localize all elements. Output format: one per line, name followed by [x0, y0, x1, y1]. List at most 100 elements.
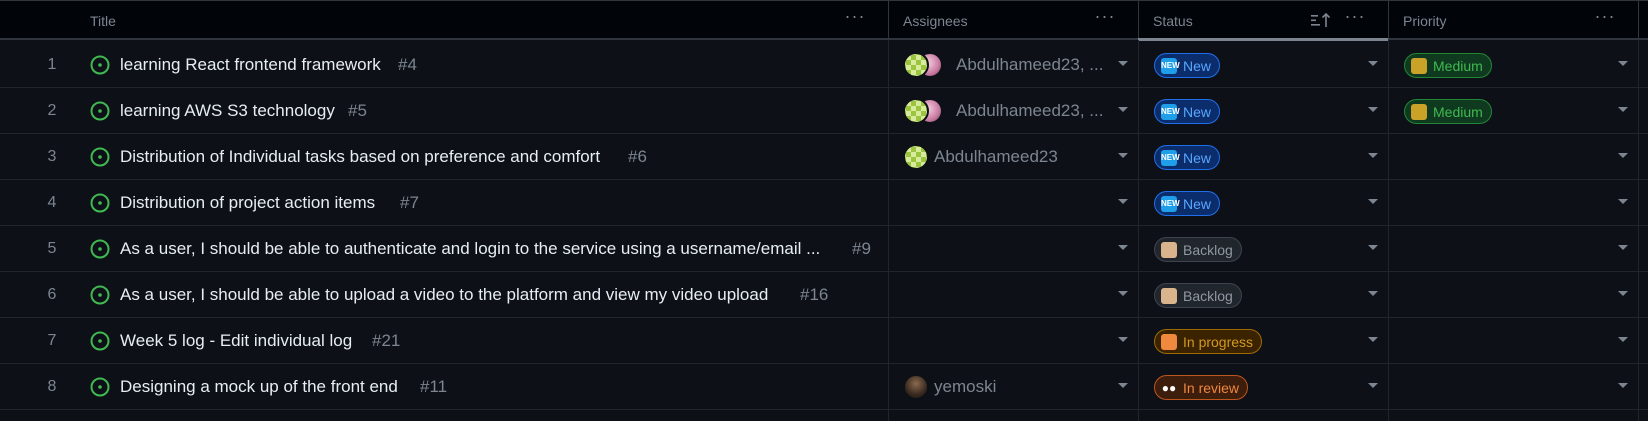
avatar [903, 52, 929, 78]
triangle-down-icon[interactable] [1118, 153, 1128, 158]
column-assignees-label: Assignees [903, 13, 968, 29]
eyes-icon: ●● [1161, 380, 1177, 395]
column-divider[interactable] [1638, 1, 1639, 41]
triangle-down-icon[interactable] [1118, 61, 1128, 66]
triangle-down-icon[interactable] [1368, 61, 1378, 66]
table-row[interactable]: 1 learning React frontend framework #4 A… [0, 42, 1648, 88]
triangle-down-icon[interactable] [1118, 245, 1128, 250]
triangle-down-icon[interactable] [1618, 291, 1628, 296]
table-row[interactable]: 3 Distribution of Individual tasks based… [0, 134, 1648, 180]
issue-opened-icon [90, 377, 110, 397]
triangle-down-icon[interactable] [1118, 291, 1128, 296]
clipboard-icon [1161, 287, 1177, 304]
priority-pill[interactable]: Medium [1404, 53, 1492, 78]
row-number: 3 [47, 148, 57, 165]
status-label: Backlog [1183, 287, 1233, 304]
issue-opened-icon [90, 285, 110, 305]
assignees-column-menu-icon[interactable]: ··· [1093, 7, 1117, 31]
assignees-text: Abdulhameed23 [934, 147, 1058, 166]
status-label: New [1183, 57, 1212, 74]
status-label: In review [1183, 379, 1240, 396]
clipboard-icon [1161, 241, 1177, 258]
triangle-down-icon[interactable] [1368, 245, 1378, 250]
table-row[interactable]: 4 Distribution of project action items #… [0, 180, 1648, 226]
assignees-text: Abdulhameed23, ... [956, 101, 1104, 120]
table-row[interactable]: 8 Designing a mock up of the front end #… [0, 364, 1648, 410]
issue-opened-icon [90, 193, 110, 213]
priority-pill[interactable]: Medium [1404, 99, 1492, 124]
status-pill[interactable]: ●● In review [1154, 375, 1249, 400]
assignees-text: yemoski [934, 377, 997, 396]
issue-title-link[interactable]: Distribution of project action items [120, 193, 375, 213]
issue-opened-icon [90, 101, 110, 121]
triangle-down-icon[interactable] [1368, 199, 1378, 204]
issue-title-link[interactable]: As a user, I should be able to upload a … [120, 285, 768, 305]
row-number: 2 [47, 102, 57, 119]
issue-title-link[interactable]: learning React frontend framework [120, 55, 381, 75]
status-pill[interactable]: NEW New [1154, 191, 1221, 216]
issue-number: #7 [400, 193, 419, 212]
issue-title-link[interactable]: learning AWS S3 technology [120, 101, 335, 121]
triangle-down-icon[interactable] [1618, 153, 1628, 158]
issue-number: #5 [348, 101, 367, 120]
triangle-down-icon[interactable] [1118, 107, 1128, 112]
table-row[interactable]: 5 As a user, I should be able to authent… [0, 226, 1648, 272]
row-number: 8 [47, 378, 57, 395]
triangle-down-icon[interactable] [1368, 383, 1378, 388]
column-header-title[interactable]: Title [90, 1, 870, 39]
triangle-down-icon[interactable] [1118, 383, 1128, 388]
triangle-down-icon[interactable] [1368, 107, 1378, 112]
status-pill[interactable]: NEW New [1154, 53, 1221, 78]
triangle-down-icon[interactable] [1618, 61, 1628, 66]
avatar [903, 98, 929, 124]
triangle-down-icon[interactable] [1118, 199, 1128, 204]
issue-title-link[interactable]: As a user, I should be able to authentic… [120, 239, 820, 259]
issue-opened-icon [90, 55, 110, 75]
priority-emoji-icon [1411, 57, 1427, 74]
title-column-menu-icon[interactable]: ··· [843, 7, 867, 31]
status-label: Backlog [1183, 241, 1233, 258]
status-label: In progress [1183, 333, 1254, 350]
priority-column-menu-icon[interactable]: ··· [1593, 7, 1617, 31]
status-pill[interactable]: Backlog [1154, 283, 1242, 308]
column-priority-label: Priority [1403, 13, 1447, 29]
issue-number: #16 [800, 285, 829, 304]
triangle-down-icon[interactable] [1368, 153, 1378, 158]
triangle-down-icon[interactable] [1618, 245, 1628, 250]
table-row[interactable]: 7 Week 5 log - Edit individual log #21 I… [0, 318, 1648, 364]
triangle-down-icon[interactable] [1368, 291, 1378, 296]
priority-label: Medium [1433, 57, 1483, 74]
status-pill[interactable]: NEW New [1154, 99, 1221, 124]
avatar [903, 144, 929, 170]
triangle-down-icon[interactable] [1618, 383, 1628, 388]
row-number: 1 [47, 56, 57, 73]
status-pill[interactable]: Backlog [1154, 237, 1242, 262]
issue-opened-icon [90, 147, 110, 167]
triangle-down-icon[interactable] [1618, 337, 1628, 342]
table-row[interactable]: 6 As a user, I should be able to upload … [0, 272, 1648, 318]
table-row[interactable]: 2 learning AWS S3 technology #5 Abdulham… [0, 88, 1648, 134]
row-number: 5 [47, 240, 57, 257]
column-title-label: Title [90, 13, 116, 29]
new-badge-icon: NEW [1161, 195, 1180, 212]
status-column-menu-icon[interactable]: ··· [1343, 7, 1367, 31]
sort-ascending-icon[interactable] [1310, 12, 1332, 28]
status-label: New [1183, 103, 1212, 120]
issue-number: #4 [398, 55, 417, 74]
issue-title-link[interactable]: Designing a mock up of the front end [120, 377, 398, 397]
triangle-down-icon[interactable] [1618, 199, 1628, 204]
new-badge-icon: NEW [1161, 149, 1180, 166]
status-pill[interactable]: In progress [1154, 329, 1263, 354]
priority-label: Medium [1433, 103, 1483, 120]
triangle-down-icon[interactable] [1118, 337, 1128, 342]
row-number: 4 [47, 194, 57, 211]
issue-title-link[interactable]: Distribution of Individual tasks based o… [120, 147, 600, 167]
status-label: New [1183, 149, 1212, 166]
column-status-label: Status [1153, 13, 1193, 29]
table-header: Title ··· Assignees ··· Status ··· Prior… [0, 0, 1648, 41]
triangle-down-icon[interactable] [1618, 107, 1628, 112]
triangle-down-icon[interactable] [1368, 337, 1378, 342]
issue-title-link[interactable]: Week 5 log - Edit individual log [120, 331, 352, 351]
row-number: 6 [47, 286, 57, 303]
status-pill[interactable]: NEW New [1154, 145, 1221, 170]
